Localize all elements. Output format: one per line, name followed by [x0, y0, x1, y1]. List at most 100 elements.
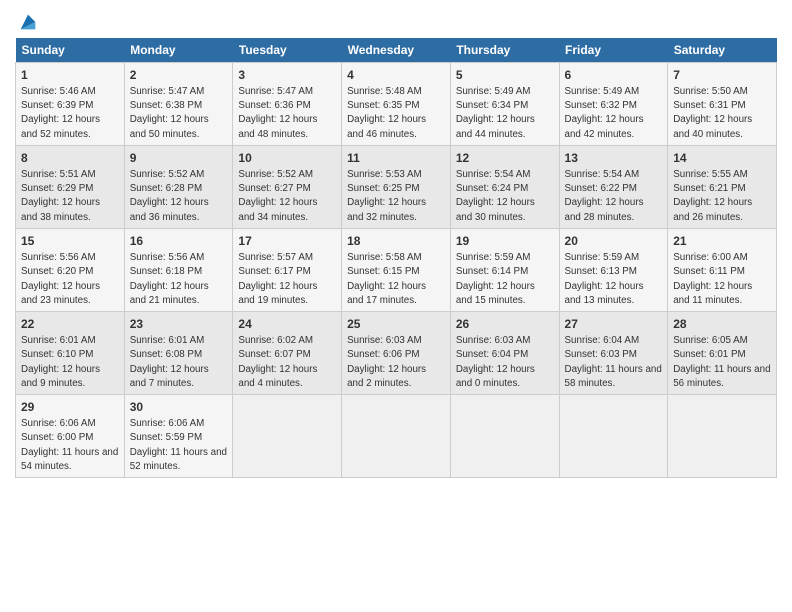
- calendar-cell: 20Sunrise: 5:59 AMSunset: 6:13 PMDayligh…: [559, 228, 668, 311]
- calendar-cell: 21Sunrise: 6:00 AMSunset: 6:11 PMDayligh…: [668, 228, 777, 311]
- calendar-cell: 15Sunrise: 5:56 AMSunset: 6:20 PMDayligh…: [16, 228, 125, 311]
- calendar-cell: 9Sunrise: 5:52 AMSunset: 6:28 PMDaylight…: [124, 145, 233, 228]
- calendar-cell: 30Sunrise: 6:06 AMSunset: 5:59 PMDayligh…: [124, 395, 233, 478]
- calendar-cell: 26Sunrise: 6:03 AMSunset: 6:04 PMDayligh…: [450, 311, 559, 394]
- sunrise-text: Sunrise: 5:51 AM: [21, 169, 96, 180]
- sunrise-text: Sunrise: 6:04 AM: [565, 335, 640, 346]
- sunrise-text: Sunrise: 5:57 AM: [238, 252, 313, 263]
- calendar-cell: 4 Sunrise: 5:48 AM Sunset: 6:35 PM Daylight…: [342, 62, 451, 145]
- sunrise-text: Sunrise: 5:46 AM: [21, 86, 96, 97]
- sunrise-text: Sunrise: 5:50 AM: [673, 86, 748, 97]
- sunrise-text: Sunrise: 6:03 AM: [456, 335, 531, 346]
- calendar-cell: 6Sunrise: 5:49 AMSunset: 6:32 PMDaylight…: [559, 62, 668, 145]
- daylight-text: Daylight: 12 hours and 40 minutes.: [673, 114, 752, 139]
- daylight-text: Daylight: 12 hours and 34 minutes.: [238, 197, 317, 222]
- calendar-cell: 25Sunrise: 6:03 AMSunset: 6:06 PMDayligh…: [342, 311, 451, 394]
- sunrise-text: Sunrise: 6:05 AM: [673, 335, 748, 346]
- day-number: 7: [673, 67, 771, 83]
- calendar-cell: 16Sunrise: 5:56 AMSunset: 6:18 PMDayligh…: [124, 228, 233, 311]
- daylight-text: Daylight: 12 hours and 44 minutes.: [456, 114, 535, 139]
- day-number: 20: [565, 233, 663, 249]
- day-number: 19: [456, 233, 554, 249]
- calendar-cell: 3Sunrise: 5:47 AMSunset: 6:36 PMDaylight…: [233, 62, 342, 145]
- calendar-week-1: 1 Sunrise: 5:46 AM Sunset: 6:39 PM Daylight…: [16, 62, 777, 145]
- sunset-text: Sunset: 6:06 PM: [347, 349, 419, 360]
- calendar-cell: 10Sunrise: 5:52 AMSunset: 6:27 PMDayligh…: [233, 145, 342, 228]
- day-number: 16: [130, 233, 228, 249]
- calendar-week-5: 29 Sunrise: 6:06 AM Sunset: 6:00 PM Dayligh…: [16, 395, 777, 478]
- daylight-text: Daylight: 12 hours and 48 minutes.: [238, 114, 317, 139]
- daylight-text: Daylight: 12 hours and 30 minutes.: [456, 197, 535, 222]
- calendar-cell: 11Sunrise: 5:53 AMSunset: 6:25 PMDayligh…: [342, 145, 451, 228]
- sunset-text: Sunset: 6:34 PM: [456, 100, 528, 111]
- sunrise-text: Sunrise: 6:03 AM: [347, 335, 422, 346]
- daylight-text: Daylight: 12 hours and 4 minutes.: [238, 364, 317, 389]
- daylight-text: Daylight: 12 hours and 7 minutes.: [130, 364, 209, 389]
- calendar-cell: 23Sunrise: 6:01 AMSunset: 6:08 PMDayligh…: [124, 311, 233, 394]
- calendar-cell: [342, 395, 451, 478]
- sunset-text: Sunset: 6:29 PM: [21, 183, 93, 194]
- daylight-text: Daylight: 12 hours and 52 minutes.: [21, 114, 100, 139]
- daylight-text: Daylight: 11 hours and 58 minutes.: [565, 364, 662, 389]
- sunrise-text: Sunrise: 6:06 AM: [21, 418, 96, 429]
- day-number: 21: [673, 233, 771, 249]
- sunrise-text: Sunrise: 5:47 AM: [130, 86, 205, 97]
- daylight-text: Daylight: 12 hours and 15 minutes.: [456, 281, 535, 306]
- sunset-text: Sunset: 6:32 PM: [565, 100, 637, 111]
- sunset-text: Sunset: 6:01 PM: [673, 349, 745, 360]
- calendar-cell: 28Sunrise: 6:05 AMSunset: 6:01 PMDayligh…: [668, 311, 777, 394]
- sunset-text: Sunset: 6:36 PM: [238, 100, 310, 111]
- calendar-week-3: 15Sunrise: 5:56 AMSunset: 6:20 PMDayligh…: [16, 228, 777, 311]
- calendar-cell: 5 Sunrise: 5:49 AM Sunset: 6:34 PM Daylight…: [450, 62, 559, 145]
- col-header-monday: Monday: [124, 38, 233, 63]
- day-number: 1: [21, 67, 119, 83]
- sunrise-text: Sunrise: 6:06 AM: [130, 418, 205, 429]
- sunrise-text: Sunrise: 5:53 AM: [347, 169, 422, 180]
- sunrise-text: Sunrise: 6:01 AM: [21, 335, 96, 346]
- day-number: 18: [347, 233, 445, 249]
- daylight-text: Daylight: 11 hours and 54 minutes.: [21, 447, 118, 472]
- sunrise-text: Sunrise: 5:52 AM: [130, 169, 205, 180]
- day-number: 22: [21, 316, 119, 332]
- daylight-text: Daylight: 12 hours and 21 minutes.: [130, 281, 209, 306]
- daylight-text: Daylight: 12 hours and 46 minutes.: [347, 114, 426, 139]
- day-number: 8: [21, 150, 119, 166]
- calendar-cell: 29 Sunrise: 6:06 AM Sunset: 6:00 PM Dayligh…: [16, 395, 125, 478]
- day-number: 15: [21, 233, 119, 249]
- sunset-text: Sunset: 6:03 PM: [565, 349, 637, 360]
- sunset-text: Sunset: 6:38 PM: [130, 100, 202, 111]
- calendar-cell: 18Sunrise: 5:58 AMSunset: 6:15 PMDayligh…: [342, 228, 451, 311]
- daylight-text: Daylight: 12 hours and 9 minutes.: [21, 364, 100, 389]
- day-number: 29: [21, 399, 119, 415]
- daylight-text: Daylight: 12 hours and 2 minutes.: [347, 364, 426, 389]
- sunrise-text: Sunrise: 5:49 AM: [456, 86, 531, 97]
- day-number: 5: [456, 67, 554, 83]
- daylight-text: Daylight: 12 hours and 0 minutes.: [456, 364, 535, 389]
- calendar-cell: [450, 395, 559, 478]
- day-number: 4: [347, 67, 445, 83]
- daylight-text: Daylight: 12 hours and 50 minutes.: [130, 114, 209, 139]
- sunset-text: Sunset: 6:35 PM: [347, 100, 419, 111]
- sunset-text: Sunset: 6:07 PM: [238, 349, 310, 360]
- calendar-cell: 8Sunrise: 5:51 AMSunset: 6:29 PMDaylight…: [16, 145, 125, 228]
- sunset-text: Sunset: 5:59 PM: [130, 432, 202, 443]
- daylight-text: Daylight: 11 hours and 56 minutes.: [673, 364, 770, 389]
- sunrise-text: Sunrise: 5:55 AM: [673, 169, 748, 180]
- sunrise-text: Sunrise: 5:49 AM: [565, 86, 640, 97]
- sunrise-text: Sunrise: 5:48 AM: [347, 86, 422, 97]
- sunset-text: Sunset: 6:00 PM: [21, 432, 93, 443]
- col-header-saturday: Saturday: [668, 38, 777, 63]
- calendar-cell: 27Sunrise: 6:04 AMSunset: 6:03 PMDayligh…: [559, 311, 668, 394]
- calendar-cell: 17Sunrise: 5:57 AMSunset: 6:17 PMDayligh…: [233, 228, 342, 311]
- sunrise-text: Sunrise: 5:58 AM: [347, 252, 422, 263]
- sunset-text: Sunset: 6:39 PM: [21, 100, 93, 111]
- calendar-cell: [559, 395, 668, 478]
- daylight-text: Daylight: 12 hours and 28 minutes.: [565, 197, 644, 222]
- sunset-text: Sunset: 6:28 PM: [130, 183, 202, 194]
- sunrise-text: Sunrise: 5:56 AM: [130, 252, 205, 263]
- sunset-text: Sunset: 6:15 PM: [347, 266, 419, 277]
- sunset-text: Sunset: 6:21 PM: [673, 183, 745, 194]
- calendar-cell: 19Sunrise: 5:59 AMSunset: 6:14 PMDayligh…: [450, 228, 559, 311]
- logo-icon: [17, 11, 39, 33]
- col-header-wednesday: Wednesday: [342, 38, 451, 63]
